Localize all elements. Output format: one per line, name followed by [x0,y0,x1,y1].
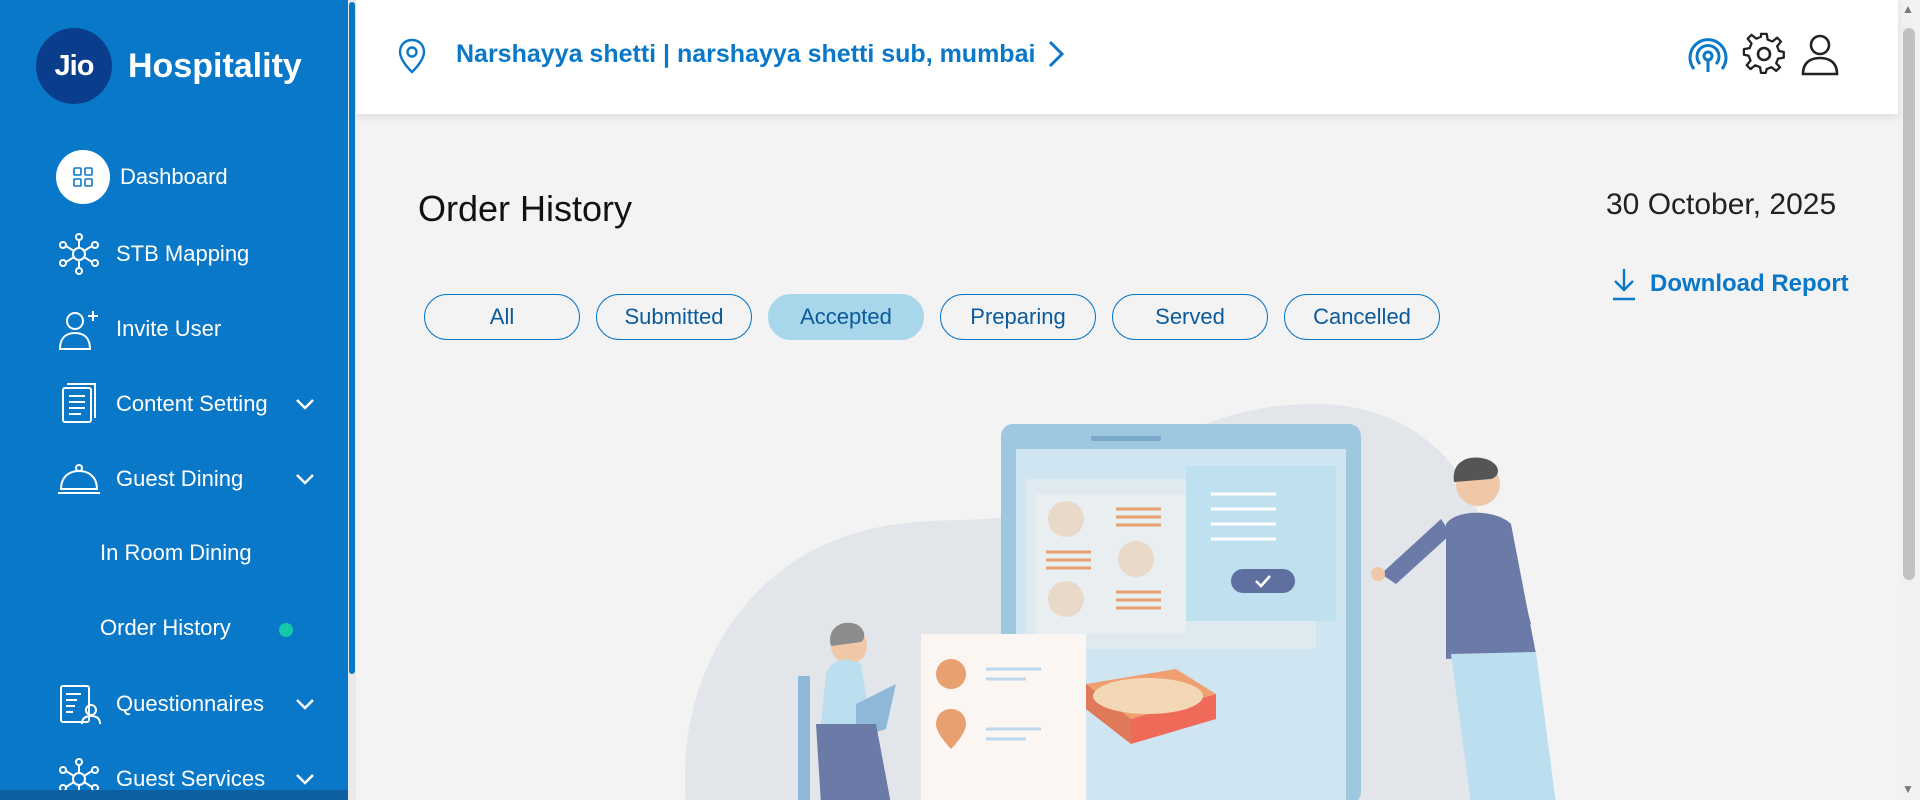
sidebar-subitem-in-room-dining[interactable]: In Room Dining [100,540,252,566]
download-report-label: Download Report [1650,270,1849,297]
download-icon [1613,269,1635,301]
download-report-button[interactable]: Download Report [1610,266,1849,302]
brand[interactable]: Jio Hospitality [36,28,302,104]
sidebar-scrollbar-thumb[interactable] [349,2,355,674]
sidebar-item-label: STB Mapping [116,241,250,266]
sidebar-item-label: Content Setting [116,391,268,416]
empty-state-illustration [684,404,1556,800]
tab-accepted[interactable]: Accepted [768,294,924,340]
top-header: Narshayya shetti | narshayya shetti sub,… [356,0,1898,114]
tab-all[interactable]: All [424,294,580,340]
page-scrollbar-thumb[interactable] [1903,28,1915,580]
chevron-down-icon[interactable] [294,393,316,415]
scroll-down-arrow-icon[interactable]: ▼ [1902,782,1914,796]
sidebar-item-dashboard[interactable]: Dashboard [56,150,336,204]
questionnaire-icon [56,681,102,727]
cloche-icon [56,456,102,502]
sidebar-horizontal-scrollbar[interactable] [0,790,348,800]
add-user-icon [56,306,102,352]
sidebar-subitem-order-history[interactable]: Order History [100,615,231,641]
sidebar-item-label: Dashboard [120,164,228,189]
sidebar: Jio Hospitality Dashboard STB Mapping In… [0,0,348,800]
jio-logo: Jio [36,28,112,104]
brand-name: Hospitality [128,46,302,85]
sidebar-item-label: Guest Dining [116,466,244,491]
sidebar-item-guest-dining[interactable]: Guest Dining [56,452,336,506]
sidebar-item-label: Invite User [116,316,222,341]
chevron-down-icon[interactable] [294,693,316,715]
current-date: 30 October, 2025 [1606,188,1837,221]
scroll-up-arrow-icon[interactable]: ▲ [1902,2,1914,16]
dashboard-grid-icon [56,150,110,204]
chevron-down-icon[interactable] [294,468,316,490]
sidebar-item-questionnaires[interactable]: Questionnaires [56,677,336,731]
sidebar-item-content-setting[interactable]: Content Setting [56,377,336,431]
chevron-down-icon[interactable] [294,768,316,790]
tab-served[interactable]: Served [1112,294,1268,340]
status-filter-tabs: All Submitted Accepted Preparing Served … [424,294,1440,340]
main-content: Order History 30 October, 2025 Download … [356,114,1898,800]
document-icon [56,381,102,427]
page-title: Order History [418,188,633,229]
property-location-link[interactable]: Narshayya shetti | narshayya shetti sub,… [456,40,1035,69]
sidebar-item-stb-mapping[interactable]: STB Mapping [56,227,336,281]
sidebar-item-label: Questionnaires [116,691,264,716]
sidebar-item-invite-user[interactable]: Invite User [56,302,336,356]
broadcast-icon[interactable] [1686,32,1730,76]
active-indicator-dot [279,623,293,637]
gear-icon[interactable] [1742,32,1786,76]
tab-preparing[interactable]: Preparing [940,294,1096,340]
tab-cancelled[interactable]: Cancelled [1284,294,1440,340]
network-icon [56,231,102,277]
tab-submitted[interactable]: Submitted [596,294,752,340]
sidebar-item-label: Guest Services [116,766,266,791]
chevron-right-icon[interactable] [1046,38,1066,70]
user-icon[interactable] [1798,32,1842,76]
location-pin-icon [398,38,426,74]
